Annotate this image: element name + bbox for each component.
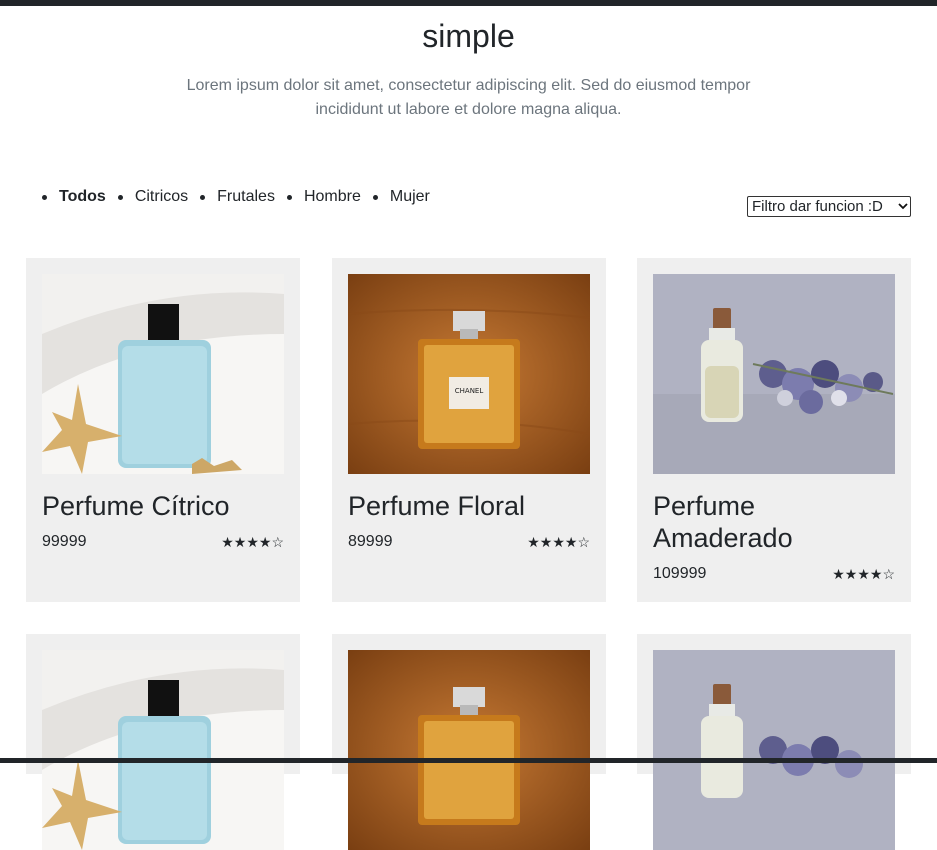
chevron-down-icon bbox=[896, 200, 910, 214]
filter-frutales[interactable]: Frutales bbox=[200, 186, 275, 208]
lead-line-2: incididunt ut labore et dolore magna ali… bbox=[315, 101, 622, 118]
product-image-blue-bottle[interactable] bbox=[42, 650, 284, 850]
product-image-cork-vial[interactable] bbox=[653, 274, 895, 474]
product-price: 89999 bbox=[348, 533, 393, 550]
filter-todos[interactable]: Todos bbox=[42, 186, 106, 208]
product-price: 109999 bbox=[653, 565, 707, 582]
product-image-amber-bottle[interactable]: CHANEL bbox=[348, 274, 590, 474]
product-card[interactable] bbox=[26, 634, 300, 850]
product-image-cork-vial[interactable] bbox=[653, 650, 895, 850]
product-name[interactable]: Perfume Floral bbox=[348, 490, 590, 522]
product-rating: ★★★★☆ bbox=[221, 534, 284, 550]
product-name[interactable]: Perfume Cítrico bbox=[42, 490, 284, 522]
product-card[interactable]: Perfume Amaderado 109999 ★★★★☆ bbox=[637, 258, 911, 602]
category-filter-list: Todos Citricos Frutales Hombre Mujer bbox=[42, 186, 442, 208]
product-card[interactable]: CHANEL Perfume Floral 89999 ★★★★☆ bbox=[332, 258, 606, 602]
product-rating: ★★★★☆ bbox=[832, 566, 895, 582]
sort-select[interactable]: Filtro dar funcion :D bbox=[747, 196, 911, 217]
filter-mujer[interactable]: Mujer bbox=[373, 186, 430, 208]
svg-text:CHANEL: CHANEL bbox=[455, 387, 484, 395]
page-title: simple bbox=[422, 18, 515, 54]
page-lead: Lorem ipsum dolor sit amet, consectetur … bbox=[170, 74, 767, 122]
product-image-amber-bottle[interactable] bbox=[348, 650, 590, 850]
product-card[interactable] bbox=[637, 634, 911, 850]
top-bar bbox=[0, 0, 937, 6]
product-price: 99999 bbox=[42, 533, 87, 550]
product-name[interactable]: Perfume Amaderado bbox=[653, 490, 895, 554]
filter-hombre[interactable]: Hombre bbox=[287, 186, 361, 208]
product-rating: ★★★★☆ bbox=[527, 534, 590, 550]
product-card[interactable] bbox=[332, 634, 606, 850]
filter-citricos[interactable]: Citricos bbox=[118, 186, 188, 208]
product-image-blue-bottle[interactable] bbox=[42, 274, 284, 474]
sort-select-value: Filtro dar funcion :D bbox=[752, 198, 883, 215]
bottom-bar bbox=[0, 758, 937, 763]
product-card[interactable]: Perfume Cítrico 99999 ★★★★☆ bbox=[26, 258, 300, 602]
lead-line-1: Lorem ipsum dolor sit amet, consectetur … bbox=[186, 77, 751, 94]
